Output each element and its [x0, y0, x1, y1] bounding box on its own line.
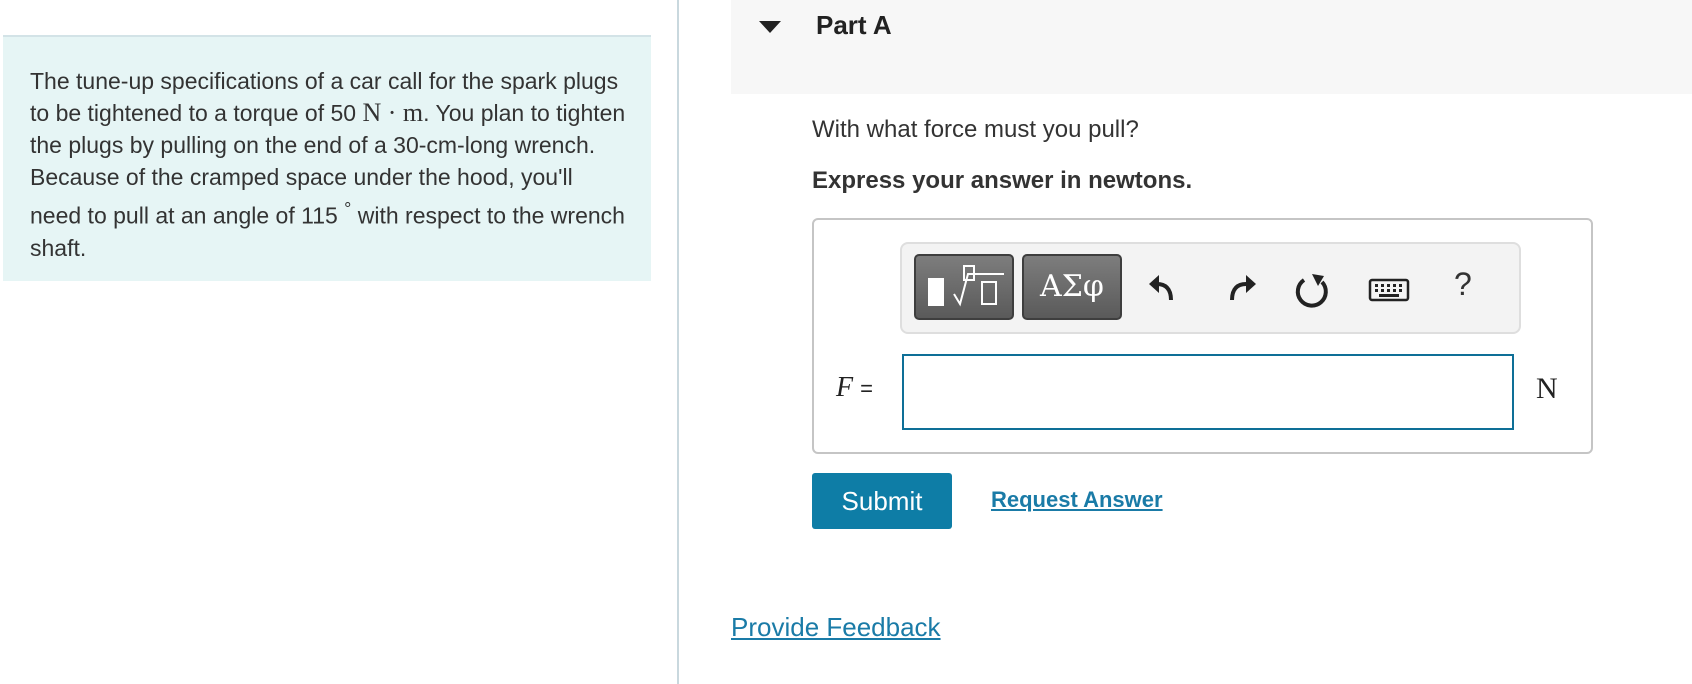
provide-feedback-link[interactable]: Provide Feedback	[731, 612, 941, 643]
redo-icon[interactable]	[1220, 270, 1260, 310]
problem-statement-box: The tune-up specifications of a car call…	[3, 35, 651, 281]
request-answer-link[interactable]: Request Answer	[991, 487, 1163, 513]
undo-icon[interactable]	[1145, 270, 1185, 310]
answer-unit: N	[1536, 372, 1558, 405]
reset-icon[interactable]	[1292, 270, 1332, 310]
templates-button[interactable]	[914, 254, 1014, 320]
collapse-caret-icon[interactable]	[759, 21, 781, 33]
submit-button[interactable]: Submit	[812, 473, 952, 529]
question-text: With what force must you pull?	[812, 116, 1139, 143]
templates-icon	[928, 265, 1004, 307]
math-toolbar: ΑΣφ ?	[900, 242, 1521, 334]
problem-statement: The tune-up specifications of a car call…	[30, 65, 630, 264]
answer-instruction: Express your answer in newtons.	[812, 167, 1193, 194]
keyboard-icon[interactable]	[1367, 270, 1411, 310]
variable-symbol: F	[836, 372, 854, 403]
torque-unit: N · m	[362, 98, 424, 127]
help-button[interactable]: ?	[1454, 266, 1472, 303]
answer-variable-label: F =	[836, 372, 873, 404]
part-a-header[interactable]: Part A	[731, 0, 1692, 94]
part-title: Part A	[816, 10, 892, 40]
problem-pane: The tune-up specifications of a car call…	[0, 0, 678, 684]
answer-panel: ΑΣφ ? F = N	[812, 218, 1593, 454]
pane-divider	[677, 0, 679, 684]
equals-sign: =	[860, 376, 873, 401]
greek-symbols-button[interactable]: ΑΣφ	[1022, 254, 1122, 320]
answer-input[interactable]	[902, 354, 1514, 430]
